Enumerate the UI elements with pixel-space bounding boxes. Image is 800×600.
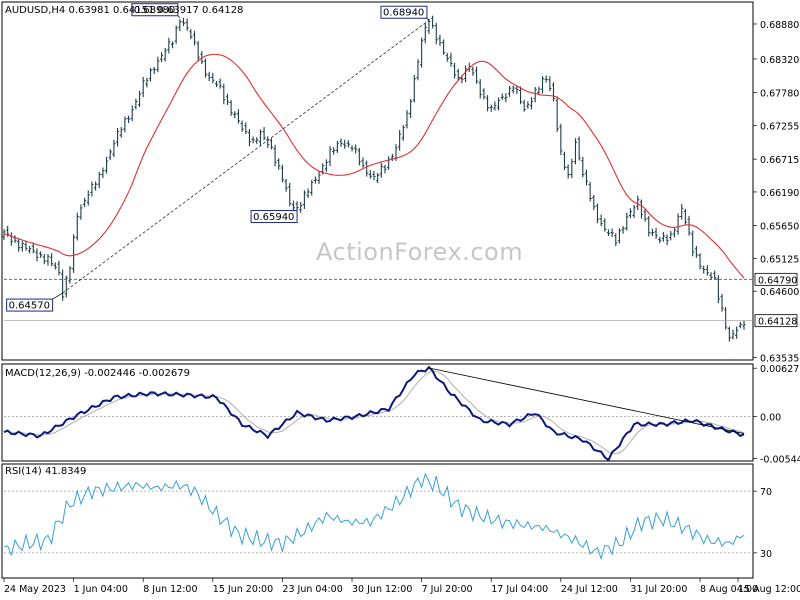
rsi-panel [1, 463, 754, 579]
annotation-label: 0.68940 [383, 8, 424, 19]
price-tick-label: 0.64790 [758, 275, 797, 286]
x-tick-label: 30 Jun 12:00 [352, 584, 412, 595]
price-tick-label: 0.64128 [758, 317, 797, 328]
rsi-tick-label: 30 [760, 549, 772, 560]
price-tick-label: 0.64600 [760, 287, 799, 298]
watermark: ActionForex.com [316, 238, 524, 266]
macd-tick-label: 0.00 [760, 413, 781, 424]
x-tick-label: 1 Jun 04:00 [74, 584, 128, 595]
x-tick-label: 7 Jul 20:00 [422, 584, 473, 595]
annotation-label: 0.64570 [9, 301, 50, 312]
macd-tick-label: -0.005446 [760, 455, 800, 466]
chart-canvas: 0.645700.689800.659400.68940 0.688800.68… [1, 1, 800, 595]
price-tick-label: 0.66190 [760, 188, 799, 199]
macd-tick-label: 0.006275 [760, 364, 800, 375]
x-tick-label: 24 Jul 12:00 [561, 584, 618, 595]
price-tick-label: 0.66715 [760, 155, 799, 166]
price-tick-label: 0.68320 [760, 55, 799, 66]
x-tick-label: 17 Jul 04:00 [491, 584, 548, 595]
macd-header: MACD(12,26,9) -0.002446 -0.002679 [5, 368, 190, 379]
rsi-header: RSI(14) 41.8349 [5, 466, 87, 477]
price-tick-label: 0.63535 [760, 354, 799, 365]
price-header: AUDUSD,H4 0.63981 0.64151 0.63917 0.6412… [5, 5, 244, 16]
price-tick-label: 0.65650 [760, 222, 799, 233]
price-tick-label: 0.67255 [760, 121, 799, 132]
x-tick-label: 24 May 2023 [4, 584, 66, 595]
x-tick-label: 23 Jun 04:00 [282, 584, 342, 595]
x-tick-label: 31 Jul 20:00 [630, 584, 687, 595]
price-tick-label: 0.68880 [760, 20, 799, 31]
price-tick-label: 0.65125 [760, 254, 799, 265]
annotation-label: 0.65940 [253, 212, 294, 223]
x-tick-label: 8 Jun 12:00 [143, 584, 197, 595]
x-tick-label: 15 Jun 20:00 [213, 584, 273, 595]
x-tick-label: 15 Aug 12:00 [738, 584, 800, 595]
rsi-tick-label: 70 [760, 487, 772, 498]
price-tick-label: 0.67780 [760, 89, 799, 100]
